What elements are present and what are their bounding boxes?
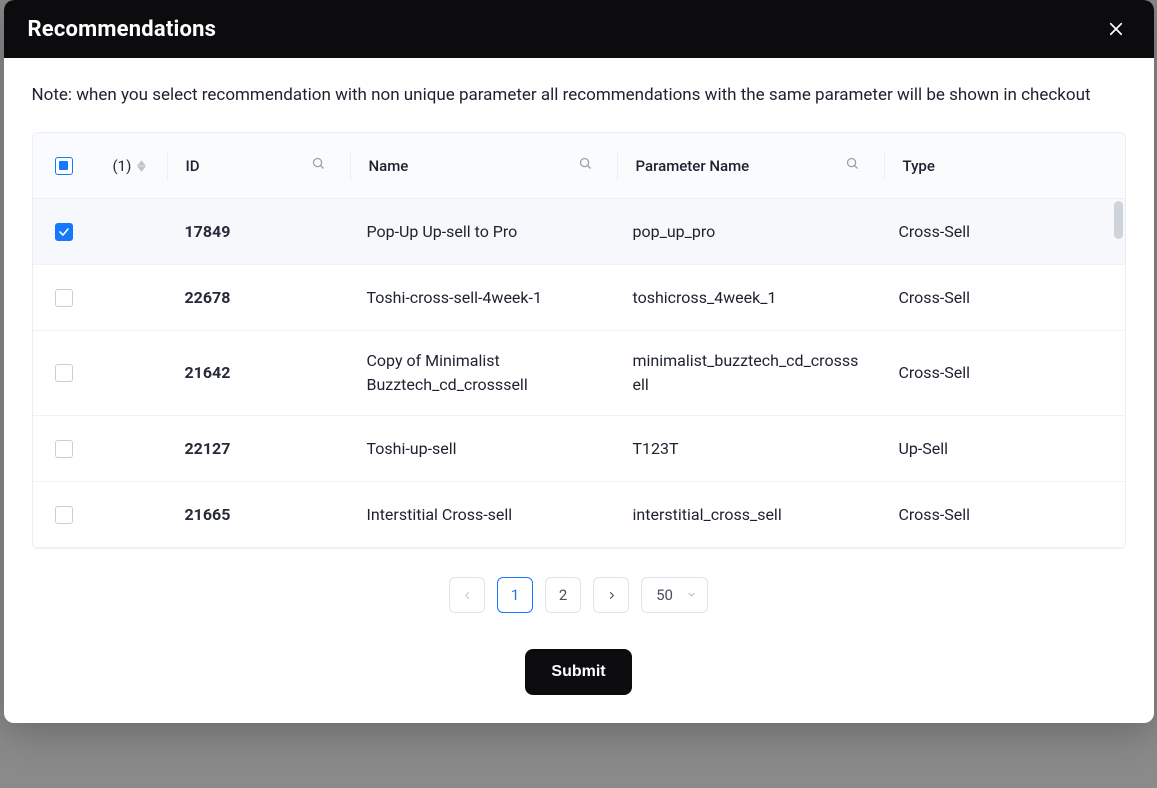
select-all-checkbox[interactable] xyxy=(55,157,73,175)
cell-type: Cross-Sell xyxy=(899,485,971,545)
table-row[interactable]: 22127 Toshi-up-sell T123T Up-Sell xyxy=(33,416,1125,482)
page-size-select[interactable]: 50 xyxy=(641,577,708,613)
pagination-next-button[interactable] xyxy=(593,577,629,613)
column-header-id[interactable]: ID xyxy=(186,157,200,175)
cell-name: Interstitial Cross-sell xyxy=(367,485,513,545)
pagination-page-button[interactable]: 2 xyxy=(545,577,581,613)
table-row[interactable]: 17849 Pop-Up Up-sell to Pro pop_up_pro Cros… xyxy=(33,199,1125,265)
pagination-page-button[interactable]: 1 xyxy=(497,577,533,613)
cell-parameter: toshicross_4week_1 xyxy=(633,268,777,328)
note-text: Note: when you select recommendation wit… xyxy=(32,82,1126,108)
search-icon xyxy=(311,156,326,171)
search-parameter-button[interactable] xyxy=(845,156,866,175)
cell-type: Cross-Sell xyxy=(899,202,971,262)
cell-name: Toshi-up-sell xyxy=(367,419,457,479)
cell-name: Pop-Up Up-sell to Pro xyxy=(367,202,518,262)
cell-type: Cross-Sell xyxy=(899,343,971,403)
cell-parameter: interstitial_cross_sell xyxy=(633,485,782,545)
table-row[interactable]: 21642 Copy of Minimalist Buzztech_cd_cros… xyxy=(33,331,1125,416)
cell-id: 22678 xyxy=(185,268,231,328)
scrollbar-thumb[interactable] xyxy=(1114,201,1123,239)
cell-name: Toshi-cross-sell-4week-1 xyxy=(367,268,542,328)
cell-id: 21665 xyxy=(185,485,231,545)
submit-button[interactable]: Submit xyxy=(525,649,631,695)
row-checkbox[interactable] xyxy=(55,289,73,307)
row-checkbox[interactable] xyxy=(55,223,73,241)
chevron-down-icon xyxy=(686,586,697,604)
cell-id: 22127 xyxy=(185,419,231,479)
modal-title: Recommendations xyxy=(28,17,217,42)
cell-parameter: pop_up_pro xyxy=(633,202,716,262)
modal-header: Recommendations xyxy=(4,0,1154,58)
table-scroll[interactable]: (1) ID Name xyxy=(33,133,1125,548)
page-size-value: 50 xyxy=(656,586,673,604)
modal-body: Note: when you select recommendation wit… xyxy=(4,58,1154,723)
table-row[interactable]: 22678 Toshi-cross-sell-4week-1 toshicross_… xyxy=(33,265,1125,331)
selected-count-label: (1) xyxy=(113,157,132,175)
chevron-left-icon xyxy=(462,590,473,601)
search-icon xyxy=(578,156,593,171)
column-header-name[interactable]: Name xyxy=(369,157,409,175)
cell-id: 21642 xyxy=(185,343,231,403)
close-icon xyxy=(1107,20,1125,38)
search-id-button[interactable] xyxy=(311,156,332,175)
row-checkbox[interactable] xyxy=(55,364,73,382)
search-icon xyxy=(845,156,860,171)
cell-id: 17849 xyxy=(185,202,231,262)
table-row[interactable]: 21665 Interstitial Cross-sell interstitial… xyxy=(33,482,1125,548)
search-name-button[interactable] xyxy=(578,156,599,175)
cell-parameter: T123T xyxy=(633,419,679,479)
column-header-type[interactable]: Type xyxy=(903,157,935,175)
column-header-parameter[interactable]: Parameter Name xyxy=(636,157,750,175)
row-checkbox[interactable] xyxy=(55,506,73,524)
submit-wrap: Submit xyxy=(32,649,1126,695)
recommendations-modal: Recommendations Note: when you select re… xyxy=(4,0,1154,723)
chevron-right-icon xyxy=(606,590,617,601)
cell-type: Up-Sell xyxy=(899,419,949,479)
pagination: 12 50 xyxy=(32,577,1126,613)
row-checkbox[interactable] xyxy=(55,440,73,458)
recommendations-table: (1) ID Name xyxy=(32,132,1126,549)
pagination-prev-button[interactable] xyxy=(449,577,485,613)
selected-count-header[interactable]: (1) xyxy=(95,157,167,175)
table-header-row: (1) ID Name xyxy=(33,133,1125,199)
cell-name: Copy of Minimalist Buzztech_cd_crosssell xyxy=(367,331,597,415)
sort-icon xyxy=(137,160,146,172)
cell-type: Cross-Sell xyxy=(899,268,971,328)
cell-parameter: minimalist_buzztech_cd_crosssell xyxy=(633,331,863,415)
close-button[interactable] xyxy=(1102,15,1130,43)
